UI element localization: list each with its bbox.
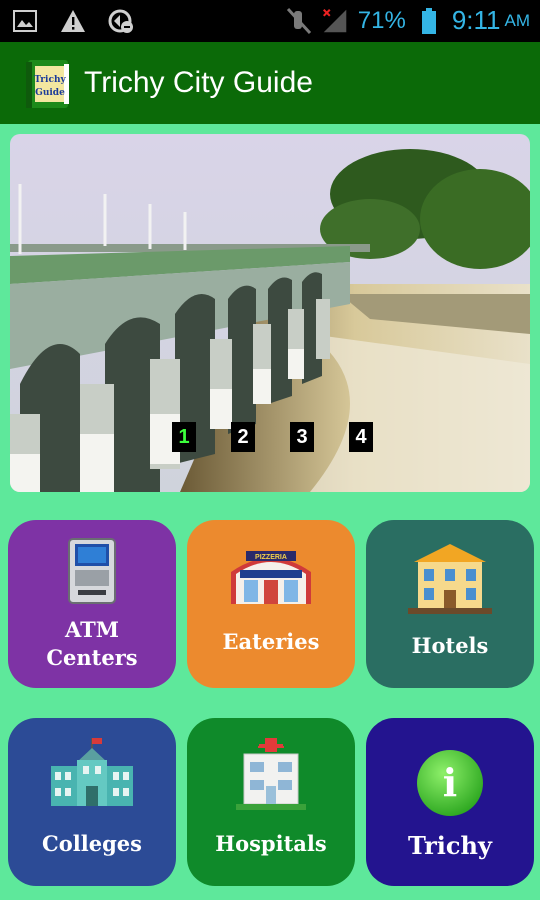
hospitals-label: Hospitals [215, 831, 327, 856]
signal-icon [322, 8, 348, 34]
atm-centers-button[interactable]: ATM Centers [8, 520, 176, 688]
battery-icon [416, 7, 442, 34]
sync-icon [108, 8, 134, 34]
hotel-building-icon [408, 544, 492, 614]
hospital-building-icon [236, 738, 306, 810]
eateries-button[interactable]: PIZZERIA Eateries [187, 520, 355, 688]
trichy-info-button[interactable]: i Trichy [366, 718, 534, 886]
atm-machine-icon [68, 538, 116, 604]
colleges-label: Colleges [42, 831, 142, 856]
slide-dot-3[interactable]: 3 [290, 422, 314, 452]
battery-percent: 71% [357, 6, 406, 34]
app-bar: Trichy Guide Trichy City Guide [0, 42, 540, 124]
slide-dot-2[interactable]: 2 [231, 422, 255, 452]
svg-text:PIZZERIA: PIZZERIA [255, 554, 287, 561]
clock-ampm: AM [504, 10, 531, 30]
app-title: Trichy City Guide [84, 66, 313, 99]
hospitals-button[interactable]: Hospitals [187, 718, 355, 886]
hotels-label: Hotels [411, 633, 489, 658]
mute-icon [286, 7, 312, 34]
svg-text:i: i [443, 760, 457, 805]
status-bar: 71% 9:11 AM [0, 0, 540, 42]
app-logo-book-icon[interactable]: Trichy Guide [24, 58, 72, 110]
eateries-label: Eateries [222, 629, 320, 654]
college-building-icon [51, 738, 133, 806]
colleges-button[interactable]: Colleges [8, 718, 176, 886]
slide-dot-4[interactable]: 4 [349, 422, 373, 452]
info-icon: i [417, 750, 483, 816]
svg-text:Trichy: Trichy [34, 75, 66, 85]
slide-dot-1[interactable]: 1 [172, 422, 196, 452]
clock-time: 9:11 [451, 5, 501, 35]
svg-text:Guide: Guide [35, 88, 65, 98]
trichy-label: Trichy [408, 831, 492, 860]
hotels-button[interactable]: Hotels [366, 520, 534, 688]
atm-label-line1: ATM [64, 617, 120, 642]
slide-indicator: 1 2 3 4 [172, 422, 373, 452]
warning-icon [60, 8, 86, 34]
atm-label-line2: Centers [46, 645, 138, 670]
pizzeria-storefront-icon: PIZZERIA [231, 551, 311, 604]
image-icon [12, 8, 38, 34]
banner-slideshow[interactable]: 1 2 3 4 [10, 134, 530, 492]
